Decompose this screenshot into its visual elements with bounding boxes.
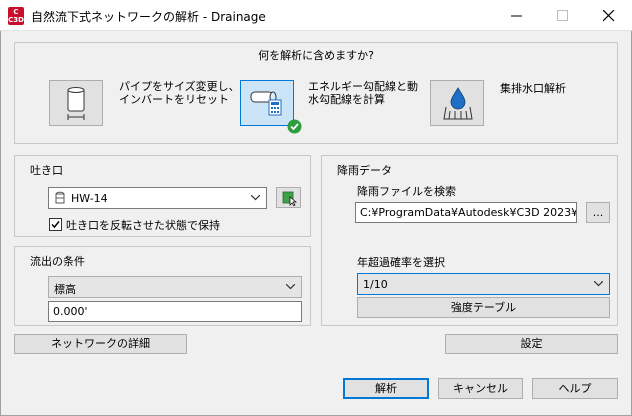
exceedance-select[interactable]: 1/10 [357,273,610,295]
exceedance-label: 年超過確率を選択 [357,256,445,269]
chevron-down-icon [251,195,260,201]
tailwater-elevation-input[interactable]: 0.000' [48,301,302,322]
pipe-resize-label: パイプをサイズ変更し、 インバートをリセット [119,80,240,106]
analysis-options-group: 何を解析に含めますか? パイプをサイズ変更し、 インバートをリセット エネルギー… [14,42,618,144]
analysis-heading: 何を解析に含めますか? [258,49,374,62]
tailwater-group: 流出の条件 標高 0.000' [14,246,311,326]
settings-button[interactable]: 設定 [445,334,618,354]
tailwater-condition-value: 標高 [54,283,76,296]
reverse-outlet-label: 吐き口を反転させた状態で保持 [66,219,220,232]
rainfall-heading: 降雨データ [337,164,392,177]
analyze-button[interactable]: 解析 [343,378,429,399]
app-icon: C C3D [8,7,24,25]
rainfall-file-path: C:¥ProgramData¥Autodesk¥C3D 2023¥jpn¥Dat… [360,206,576,219]
rainfall-file-input[interactable]: C:¥ProgramData¥Autodesk¥C3D 2023¥jpn¥Dat… [355,202,577,223]
tailwater-elevation-value: 0.000' [53,305,88,318]
exceedance-value: 1/10 [363,278,388,291]
catchment-analysis-label: 集排水口解析 [500,82,566,95]
chevron-down-icon [594,281,603,287]
pipe-resize-button[interactable] [49,80,103,126]
outlet-structure-value: HW-14 [71,192,108,205]
outlet-heading: 吐き口 [30,164,63,177]
network-details-button[interactable]: ネットワークの詳細 [14,334,187,354]
catchment-analysis-icon [443,87,473,120]
title-bar[interactable]: C C3D 自然流下式ネットワークの解析 - Drainage [0,0,632,31]
window-border-left [0,0,1,416]
checkmark-icon [51,221,60,229]
pick-structure-icon [282,191,297,206]
minimize-button[interactable] [494,0,540,31]
window-title: 自然流下式ネットワークの解析 - Drainage [31,10,266,24]
maximize-icon [557,10,568,21]
browse-button[interactable]: ... [586,202,610,223]
outlet-group: 吐き口 HW-14 吐き口を反転させた状態で保持 [14,155,311,237]
hydraulic-calc-label: エネルギー勾配線と動 水勾配線を計算 [308,80,418,106]
close-icon [603,10,615,22]
rainfall-file-label: 降雨ファイルを検索 [357,185,456,198]
tailwater-condition-select[interactable]: 標高 [48,276,302,298]
structure-icon [55,191,65,204]
reverse-outlet-checkbox[interactable] [49,218,62,231]
chevron-down-icon [286,284,295,290]
intensity-table-button[interactable]: 強度テーブル [357,297,610,318]
rainfall-group: 降雨データ 降雨ファイルを検索 C:¥ProgramData¥Autodesk¥… [321,155,618,326]
pick-outlet-button[interactable] [276,187,301,208]
outlet-structure-select[interactable]: HW-14 [48,187,267,209]
hydraulic-calc-button[interactable] [240,80,294,126]
help-button[interactable]: ヘルプ [532,378,618,399]
cancel-button[interactable]: キャンセル [438,378,523,399]
tailwater-heading: 流出の条件 [30,255,85,268]
close-button[interactable] [586,0,632,31]
catchment-analysis-button[interactable] [430,80,484,126]
minimize-icon [511,15,522,17]
pipe-resize-icon [67,87,85,120]
selected-check-icon [287,119,302,134]
maximize-button[interactable] [540,0,586,31]
